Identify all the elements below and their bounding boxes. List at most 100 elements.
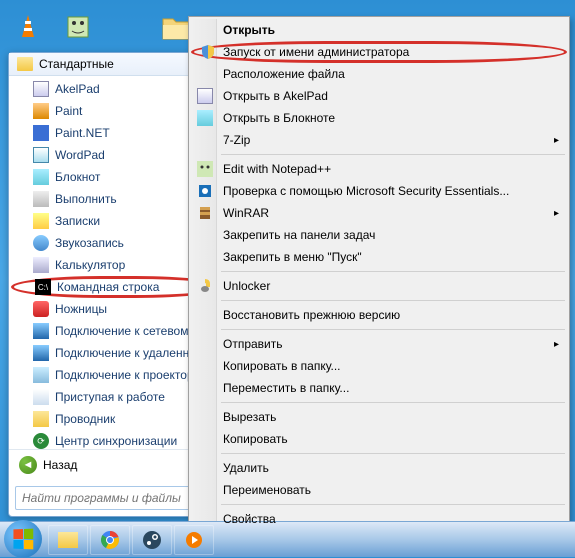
context-separator bbox=[221, 329, 565, 330]
unlocker-icon bbox=[197, 278, 213, 294]
shield-icon bbox=[200, 44, 216, 60]
submenu-arrow-icon: ▸ bbox=[554, 208, 559, 219]
start-item-label: Командная строка bbox=[57, 280, 159, 294]
context-item-label: Удалить bbox=[223, 461, 269, 475]
akelpad-icon bbox=[33, 81, 49, 97]
context-item[interactable]: Копировать bbox=[191, 428, 567, 450]
context-item-label: Запуск от имени администратора bbox=[223, 45, 409, 59]
context-item-label: Отправить bbox=[223, 337, 283, 351]
start-item-label: Ножницы bbox=[55, 302, 107, 316]
back-label: Назад bbox=[43, 458, 77, 472]
start-item-label: WordPad bbox=[55, 148, 105, 162]
context-item[interactable]: 7-Zip ▸ bbox=[191, 129, 567, 151]
calculator-icon bbox=[33, 257, 49, 273]
context-item-label: Копировать в папку... bbox=[223, 359, 341, 373]
context-item-label: Unlocker bbox=[223, 279, 270, 293]
context-item-label: Закрепить в меню "Пуск" bbox=[223, 250, 362, 264]
projector-icon bbox=[33, 367, 49, 383]
context-item[interactable]: Проверка с помощью Microsoft Security Es… bbox=[191, 180, 567, 202]
context-item-label: Переместить в папку... bbox=[223, 381, 349, 395]
submenu-arrow-icon: ▸ bbox=[554, 339, 559, 350]
sticky-notes-icon bbox=[33, 213, 49, 229]
media-player-icon bbox=[184, 530, 204, 550]
mse-icon bbox=[197, 183, 213, 199]
getting-started-icon bbox=[33, 389, 49, 405]
snipping-tool-icon bbox=[33, 301, 49, 317]
cmd-icon: C:\ bbox=[35, 279, 51, 295]
start-item-label: Звукозапись bbox=[55, 236, 124, 250]
start-item-label: AkelPad bbox=[55, 82, 100, 96]
context-item-label: Закрепить на панели задач bbox=[223, 228, 375, 242]
start-header-label: Стандартные bbox=[39, 57, 114, 71]
context-item-label: Открыть bbox=[223, 23, 275, 37]
context-item-label: Вырезать bbox=[223, 410, 276, 424]
context-item[interactable]: Копировать в папку... bbox=[191, 355, 567, 377]
context-separator bbox=[221, 504, 565, 505]
context-item[interactable]: WinRAR ▸ bbox=[191, 202, 567, 224]
context-item-label: WinRAR bbox=[223, 206, 269, 220]
context-item-label: Открыть в AkelPad bbox=[223, 89, 328, 103]
steam-icon bbox=[142, 530, 162, 550]
context-item-label: Восстановить прежнюю версию bbox=[223, 308, 400, 322]
vlc-icon[interactable] bbox=[8, 2, 48, 52]
start-item-label: Paint bbox=[55, 104, 82, 118]
search-input[interactable] bbox=[22, 491, 199, 505]
context-item[interactable]: Закрепить в меню "Пуск" bbox=[191, 246, 567, 268]
paint-icon bbox=[33, 103, 49, 119]
explorer-icon bbox=[33, 411, 49, 427]
sync-center-icon: ⟳ bbox=[33, 433, 49, 449]
start-item-label: Paint.NET bbox=[55, 126, 110, 140]
windows-logo-icon bbox=[13, 528, 33, 549]
context-separator bbox=[221, 154, 565, 155]
context-item[interactable]: Unlocker bbox=[191, 275, 567, 297]
remote-desktop-icon bbox=[33, 345, 49, 361]
context-item-label: Проверка с помощью Microsoft Security Es… bbox=[223, 184, 509, 198]
context-item[interactable]: Переместить в папку... bbox=[191, 377, 567, 399]
notepadpp-icon bbox=[197, 161, 213, 177]
context-item[interactable]: Удалить bbox=[191, 457, 567, 479]
notepad-icon bbox=[197, 110, 213, 126]
context-item[interactable]: Закрепить на панели задач bbox=[191, 224, 567, 246]
paintnet-icon bbox=[33, 125, 49, 141]
back-arrow-icon: ◄ bbox=[19, 456, 37, 474]
context-item-label: 7-Zip bbox=[223, 133, 250, 147]
context-separator bbox=[221, 453, 565, 454]
network-projector-icon bbox=[33, 323, 49, 339]
context-item[interactable]: Открыть в AkelPad bbox=[191, 85, 567, 107]
start-item-label: Подключение к сетевому bbox=[55, 324, 195, 338]
submenu-arrow-icon: ▸ bbox=[554, 135, 559, 146]
start-item-label: Проводник bbox=[55, 412, 115, 426]
context-item-label: Копировать bbox=[223, 432, 288, 446]
context-item[interactable]: Вырезать bbox=[191, 406, 567, 428]
winrar-icon bbox=[197, 205, 213, 221]
context-item[interactable]: Свойства bbox=[191, 508, 567, 530]
context-item[interactable]: Edit with Notepad++ bbox=[191, 158, 567, 180]
context-item[interactable]: Открыть bbox=[191, 19, 567, 41]
context-item[interactable]: Переименовать bbox=[191, 479, 567, 501]
start-item-label: Калькулятор bbox=[55, 258, 125, 272]
context-item-label: Расположение файла bbox=[223, 67, 345, 81]
context-item[interactable]: Запуск от имени администратора bbox=[191, 41, 567, 63]
context-menu: Открыть Запуск от имени администратора Рас… bbox=[188, 16, 570, 533]
notepadpp-desktop-icon[interactable] bbox=[58, 2, 98, 52]
start-item-label: Записки bbox=[55, 214, 100, 228]
start-button[interactable] bbox=[4, 520, 42, 558]
taskbar-steam-button[interactable] bbox=[132, 525, 172, 555]
taskbar-chrome-button[interactable] bbox=[90, 525, 130, 555]
start-item-label: Подключение к удаленно bbox=[55, 346, 196, 360]
context-item[interactable]: Отправить ▸ bbox=[191, 333, 567, 355]
context-item[interactable]: Восстановить прежнюю версию bbox=[191, 304, 567, 326]
context-separator bbox=[221, 271, 565, 272]
chrome-icon bbox=[100, 530, 120, 550]
context-item[interactable]: Открыть в Блокноте bbox=[191, 107, 567, 129]
folder-icon bbox=[17, 57, 33, 71]
akelpad-icon bbox=[197, 88, 213, 104]
context-separator bbox=[221, 402, 565, 403]
taskbar-explorer-button[interactable] bbox=[48, 525, 88, 555]
context-item-label: Переименовать bbox=[223, 483, 311, 497]
wordpad-icon bbox=[33, 147, 49, 163]
notepad-icon bbox=[33, 169, 49, 185]
start-item-label: Приступая к работе bbox=[55, 390, 165, 404]
start-item-label: Центр синхронизации bbox=[55, 434, 177, 448]
context-item[interactable]: Расположение файла bbox=[191, 63, 567, 85]
